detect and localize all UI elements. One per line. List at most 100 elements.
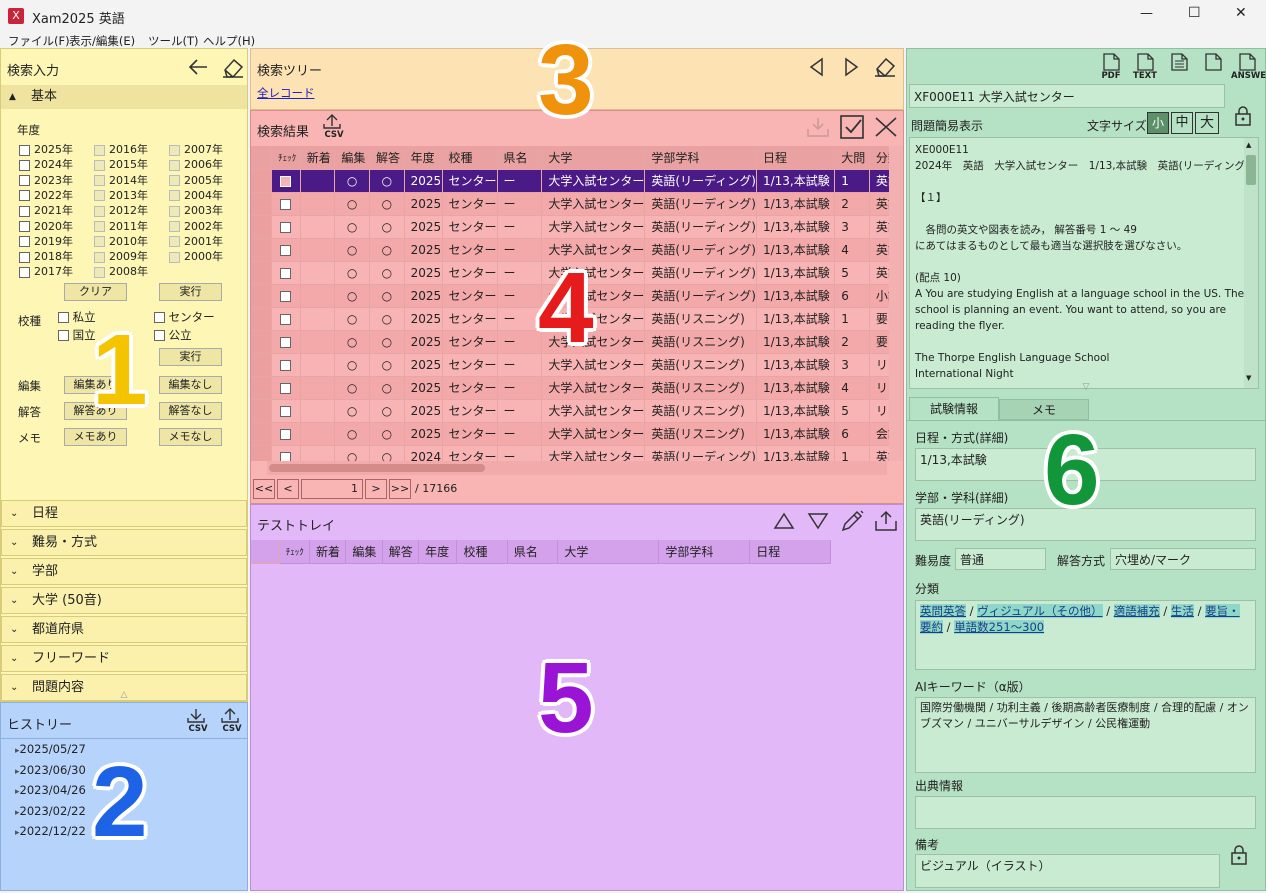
table-row[interactable]: ○○2024センターー大学入試センター英語(リーディング)1/13,本試験1英語 bbox=[251, 445, 891, 461]
school-option-private[interactable]: 私立 bbox=[58, 309, 96, 325]
year-option[interactable]: 2019年 bbox=[19, 233, 73, 249]
year-option[interactable]: 2012年 bbox=[94, 202, 148, 218]
year-option[interactable]: 2021年 bbox=[19, 202, 73, 218]
font-size-medium[interactable]: 中 bbox=[1171, 112, 1193, 134]
table-row[interactable]: ○○2025センターー大学入試センター英語(リーディング)1/13,本試験2英語 bbox=[251, 192, 891, 216]
year-option[interactable]: 2013年 bbox=[94, 187, 148, 203]
year-option[interactable]: 2018年 bbox=[19, 248, 73, 264]
table-row[interactable]: ○○2025センターー大学入試センター英語(リーディング)1/13,本試験3英語 bbox=[251, 215, 891, 239]
tab-exam-info[interactable]: 試験情報 bbox=[909, 397, 999, 421]
row-header[interactable] bbox=[251, 215, 273, 239]
column-header[interactable]: 校種 bbox=[456, 540, 508, 564]
download-tray-icon[interactable] bbox=[805, 115, 831, 139]
year-option[interactable]: 2015年 bbox=[94, 156, 148, 172]
row-checkbox[interactable] bbox=[280, 405, 292, 417]
eraser-icon[interactable] bbox=[221, 56, 245, 78]
section-header[interactable]: ⌄ 日程 bbox=[1, 500, 247, 527]
row-header[interactable] bbox=[251, 445, 273, 461]
row-header[interactable] bbox=[251, 330, 273, 354]
menu-file[interactable]: ファイル(F) bbox=[8, 33, 70, 49]
column-header[interactable]: 解答 bbox=[382, 540, 420, 564]
classification-tag[interactable]: 単語数251～300 bbox=[954, 620, 1045, 634]
row-checkbox[interactable] bbox=[280, 428, 292, 440]
year-option[interactable]: 2006年 bbox=[169, 156, 223, 172]
classification-tag[interactable]: ヴィジュアル（その他） bbox=[977, 604, 1103, 618]
column-header[interactable]: 編集 bbox=[334, 146, 370, 170]
table-row[interactable]: ○○2025センターー大学入試センター英語(リスニング)1/13,本試験4リス bbox=[251, 376, 891, 400]
school-option-public[interactable]: 公立 bbox=[154, 327, 192, 343]
splitter-handle[interactable]: ▽ bbox=[1067, 382, 1105, 394]
checkbox[interactable] bbox=[169, 159, 180, 171]
year-option[interactable]: 2022年 bbox=[19, 187, 73, 203]
checkbox[interactable] bbox=[94, 190, 105, 202]
memo-no-button[interactable]: メモなし bbox=[159, 428, 222, 446]
checkbox[interactable] bbox=[94, 236, 105, 248]
checkbox[interactable] bbox=[19, 159, 30, 171]
scroll-thumb[interactable] bbox=[269, 464, 485, 472]
history-item[interactable]: ▸2023/04/26 bbox=[15, 783, 86, 797]
edit-pen-icon[interactable] bbox=[839, 509, 865, 533]
year-option[interactable]: 2003年 bbox=[169, 202, 223, 218]
year-option[interactable]: 2001年 bbox=[169, 233, 223, 249]
checkbox[interactable] bbox=[19, 251, 30, 263]
year-option[interactable]: 2010年 bbox=[94, 233, 148, 249]
text-icon[interactable]: TEXT bbox=[1129, 53, 1161, 81]
row-checkbox[interactable] bbox=[280, 198, 292, 210]
checkbox[interactable] bbox=[19, 175, 30, 187]
checkbox[interactable] bbox=[58, 312, 69, 323]
page-input[interactable]: 1 bbox=[301, 479, 363, 499]
year-option[interactable]: 2008年 bbox=[94, 263, 148, 279]
horizontal-scrollbar[interactable] bbox=[267, 461, 887, 475]
row-checkbox[interactable] bbox=[280, 221, 292, 233]
maximize-button[interactable]: ☐ bbox=[1188, 5, 1201, 21]
column-header[interactable]: 大学 bbox=[541, 146, 646, 170]
column-header[interactable]: ﾁｪｯｸ bbox=[279, 540, 311, 564]
row-header[interactable] bbox=[251, 284, 273, 308]
checkbox[interactable] bbox=[94, 251, 105, 263]
column-header[interactable]: 大問 bbox=[834, 146, 870, 170]
school-option-national[interactable]: 国立 bbox=[58, 327, 96, 343]
row-header[interactable] bbox=[251, 238, 273, 262]
row-checkbox[interactable] bbox=[280, 382, 292, 394]
font-size-large[interactable]: 大 bbox=[1195, 112, 1219, 134]
year-option[interactable]: 2024年 bbox=[19, 156, 73, 172]
checkbox[interactable] bbox=[169, 175, 180, 187]
csv-import-icon[interactable]: CSV bbox=[185, 708, 211, 734]
basic-section-header[interactable]: ▲ 基本 bbox=[1, 85, 247, 109]
blank-document-icon[interactable] bbox=[1197, 53, 1229, 71]
all-records-link[interactable]: 全レコード bbox=[257, 85, 315, 101]
font-size-small[interactable]: 小 bbox=[1147, 112, 1169, 134]
column-header[interactable]: 学部学科 bbox=[644, 146, 757, 170]
csv-export-icon[interactable]: CSV bbox=[219, 708, 245, 734]
section-header[interactable]: ⌄ 都道府県 bbox=[1, 616, 247, 643]
row-checkbox[interactable] bbox=[280, 244, 292, 256]
vertical-scrollbar[interactable] bbox=[889, 146, 903, 461]
row-header[interactable] bbox=[251, 353, 273, 377]
row-checkbox[interactable] bbox=[280, 290, 292, 302]
checkbox[interactable] bbox=[169, 190, 180, 202]
checkbox[interactable] bbox=[19, 205, 30, 217]
checkbox[interactable] bbox=[94, 221, 105, 232]
column-header[interactable]: ﾁｪｯｸ bbox=[271, 146, 301, 170]
scroll-thumb[interactable] bbox=[1246, 155, 1256, 185]
export-tray-icon[interactable] bbox=[873, 509, 899, 533]
column-header[interactable]: 分類 bbox=[869, 146, 891, 170]
answer-icon[interactable]: ANSWER bbox=[1231, 53, 1266, 81]
row-checkbox[interactable] bbox=[280, 267, 292, 279]
section-header[interactable]: ⌄ 学部 bbox=[1, 558, 247, 585]
move-down-icon[interactable] bbox=[807, 511, 829, 531]
classification-tag[interactable]: 英問英答 bbox=[920, 604, 966, 618]
section-header[interactable]: ⌄ フリーワード bbox=[1, 645, 247, 672]
row-checkbox[interactable] bbox=[280, 175, 292, 187]
last-page-button[interactable]: >> bbox=[389, 479, 411, 499]
menu-edit[interactable]: 表示/編集(E) bbox=[69, 33, 135, 49]
csv-export-icon[interactable]: CSV bbox=[321, 114, 347, 140]
row-checkbox[interactable] bbox=[280, 451, 292, 461]
prev-page-button[interactable]: < bbox=[277, 479, 299, 499]
column-header[interactable]: 年度 bbox=[418, 540, 458, 564]
table-row[interactable]: ○○2025センターー大学入試センター英語(リスニング)1/13,本試験6会話 bbox=[251, 422, 891, 446]
checkbox[interactable] bbox=[94, 144, 105, 156]
close-button[interactable]: ✕ bbox=[1235, 5, 1247, 21]
check-all-icon[interactable] bbox=[839, 114, 865, 140]
column-header[interactable]: 学部学科 bbox=[658, 540, 751, 564]
